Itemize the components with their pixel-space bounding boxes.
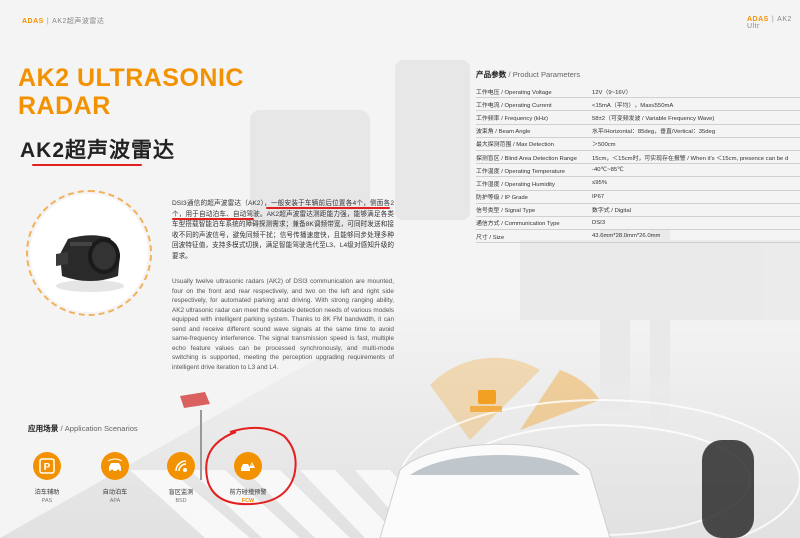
param-value: 数字式 / Digital	[591, 203, 800, 217]
scenario-label-en: FCW	[241, 498, 255, 504]
param-key: 工作湿度 / Operating Humidity	[476, 176, 591, 191]
param-value: 43.6mm*28.0mm*26.0mm	[591, 229, 800, 244]
header-right-separator: |	[771, 16, 775, 23]
page-header: ADAS | AK2超声波雷达	[22, 16, 104, 26]
param-value: 58±2（可变频发波 / Variable Frequency Wave)	[591, 110, 800, 125]
param-key: 信号类型 / Signal Type	[476, 203, 591, 217]
table-row: 工作电压 / Operating Voltage 12V（9~16V）	[476, 85, 800, 99]
param-value: 水平/Horizontal：85deg，垂直/Vertical：35deg	[591, 124, 800, 138]
description-cn: DSI3通信的超声波雷达（AK2），一般安装于车辆前后位置各4个，侧面各2个，用…	[172, 200, 394, 260]
auto-parking-icon	[101, 452, 129, 480]
description-en: Usually twelve ultrasonic radars (AK2) o…	[172, 278, 394, 371]
table-row: 防护等级 / IP Grade IP67	[476, 190, 800, 204]
page-header-right: ADAS | AK2 Ultr	[747, 16, 800, 30]
scenario-label-en: APA	[109, 498, 121, 504]
param-key: 通信方式 / Communication Type	[476, 216, 591, 231]
scenario-label-cn: 前方碰撞预警	[229, 489, 267, 496]
param-value: IP67	[591, 190, 800, 204]
scenario-label-en: BSD	[175, 498, 187, 504]
header-title: AK2超声波雷达	[52, 18, 105, 25]
ultrasonic-sensor-icon	[56, 235, 124, 292]
scenario-pas: P 泊车辅助 PAS	[22, 452, 72, 504]
params-title-en: / Product Parameters	[506, 70, 581, 79]
header-separator: |	[46, 18, 50, 25]
scenario-label-cn: 自动泊车	[102, 489, 128, 496]
table-row: 工作频率 / Frequency (kHz) 58±2（可变频发波 / Varia…	[476, 110, 800, 125]
blind-spot-icon	[167, 452, 195, 480]
table-row: 信号类型 / Signal Type 数字式 / Digital	[476, 203, 800, 217]
header-right-brand: ADAS	[747, 16, 769, 23]
param-key: 工作电流 / Operating Current	[476, 97, 591, 112]
hero-title: AK2 ULTRASONIC RADAR	[18, 64, 244, 120]
param-key: 工作频率 / Frequency (kHz)	[476, 110, 591, 125]
annotation-underline-desc1	[266, 207, 390, 209]
scenario-fcw: 前方碰撞预警 FCW	[223, 452, 273, 504]
scenario-bsd: 盲区监测 BSD	[156, 452, 206, 504]
product-image	[30, 194, 148, 312]
collision-warning-icon	[234, 452, 262, 480]
svg-text:P: P	[44, 462, 51, 473]
table-row: 探测盲区 / Blind Area Detection Range 15cm，＜1…	[476, 150, 800, 165]
param-key: 工作电压 / Operating Voltage	[476, 85, 591, 99]
scenario-apa: 自动泊车 APA	[90, 452, 140, 504]
hero-cn-title: AK2超声波雷达	[20, 139, 176, 162]
param-value: <15mA（平均），Max≤550mA	[591, 97, 800, 112]
scenario-label-cn: 盲区监测	[168, 489, 194, 496]
param-value: -40℃~85℃	[591, 163, 800, 178]
annotation-underline-desc2	[172, 218, 254, 220]
table-row: 工作湿度 / Operating Humidity ≤95%	[476, 176, 800, 191]
param-value: 12V（9~16V）	[591, 85, 800, 99]
param-value: ≤95%	[591, 176, 800, 191]
hero-title-line2: RADAR	[18, 92, 111, 120]
scenarios-title-en: / Application Scenarios	[58, 424, 138, 433]
param-key: 波束角 / Beam Angle	[476, 124, 591, 138]
param-value: ＞500cm	[591, 137, 800, 151]
table-row: 通信方式 / Communication Type DSI3	[476, 216, 800, 231]
param-value: DSI3	[591, 216, 800, 231]
annotation-underline	[32, 164, 142, 166]
param-key: 工作温度 / Operating Temperature	[476, 163, 591, 178]
scenarios-title-cn: 应用场景	[28, 424, 59, 433]
param-value: 15cm，＜15cm时，可实现存在报警 / When it's ＜15cm, p…	[591, 150, 800, 165]
table-row: 工作温度 / Operating Temperature -40℃~85℃	[476, 163, 800, 178]
table-row: 尺寸 / Size 43.6mm*28.0mm*26.0mm	[476, 229, 800, 244]
parking-icon: P	[33, 452, 61, 480]
params-title-cn: 产品参数	[476, 70, 507, 79]
table-row: 波束角 / Beam Angle 水平/Horizontal：85deg，垂直/V…	[476, 124, 800, 138]
param-key: 最大探测范围 / Max Detection	[476, 137, 591, 151]
param-key: 尺寸 / Size	[476, 229, 591, 244]
table-row: 工作电流 / Operating Current <15mA（平均），Max≤55…	[476, 97, 800, 112]
param-key: 探测盲区 / Blind Area Detection Range	[476, 150, 591, 165]
hero-title-line1: AK2 ULTRASONIC	[18, 64, 244, 92]
params-title: 产品参数 / Product Parameters	[476, 69, 580, 80]
scenario-label-en: PAS	[41, 498, 53, 504]
scenarios-title: 应用场景 / Application Scenarios	[28, 423, 138, 434]
param-key: 防护等级 / IP Grade	[476, 190, 591, 204]
params-table: 工作电压 / Operating Voltage 12V（9~16V） 工作电流 …	[476, 85, 800, 244]
scenario-label-cn: 泊车辅助	[34, 489, 60, 496]
table-row: 最大探测范围 / Max Detection ＞500cm	[476, 137, 800, 151]
header-brand: ADAS	[22, 18, 44, 25]
